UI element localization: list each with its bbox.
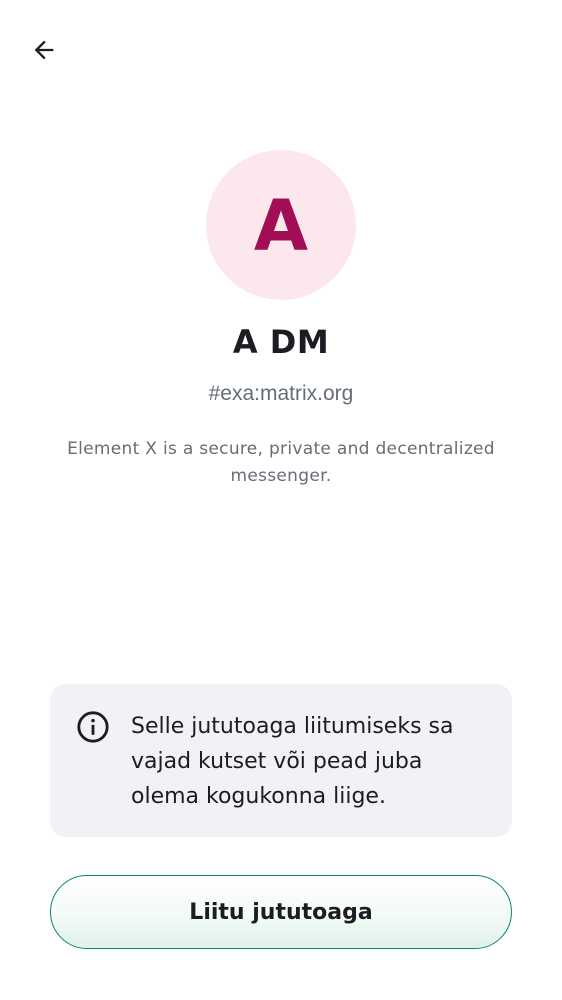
join-room-button[interactable]: Liitu jututoaga	[50, 875, 512, 949]
arrow-left-icon	[34, 40, 54, 60]
room-avatar: A	[206, 150, 356, 300]
avatar-initial: A	[253, 185, 309, 267]
room-alias: #exa:matrix.org	[208, 382, 354, 405]
join-room-label: Liitu jututoaga	[189, 899, 373, 925]
back-button[interactable]	[22, 28, 66, 72]
info-icon	[77, 711, 109, 743]
join-restriction-notice: Selle jututoaga liitumiseks sa vajad kut…	[50, 684, 512, 837]
notice-text: Selle jututoaga liitumiseks sa vajad kut…	[131, 714, 454, 809]
room-name: A DM	[232, 323, 330, 361]
room-topic: Element X is a secure, private and decen…	[67, 439, 495, 486]
